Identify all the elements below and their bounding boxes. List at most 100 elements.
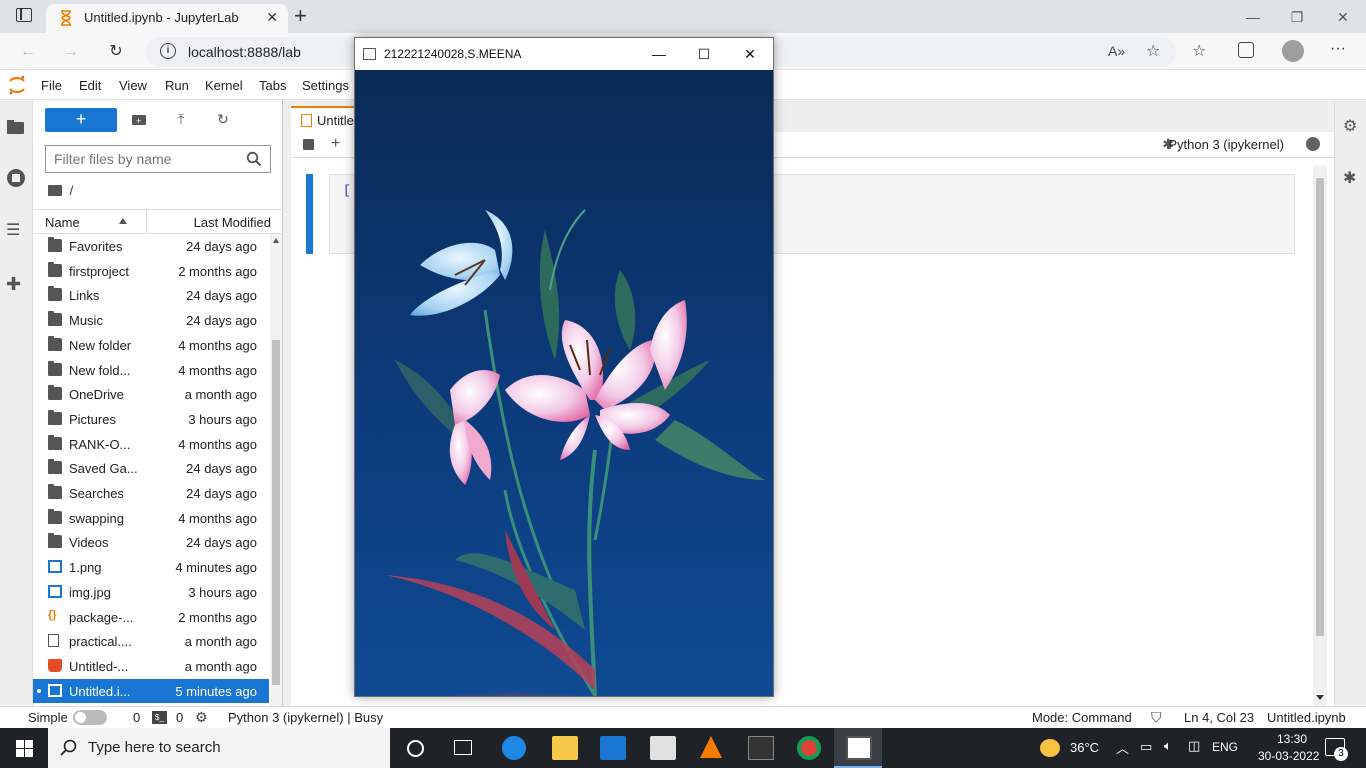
taskbar-search-box[interactable]: Type here to search [48,728,390,768]
file-row[interactable]: Searches 24 days ago [33,481,269,506]
new-tab-button[interactable]: + [294,3,307,29]
browser-tab-jupyterlab[interactable]: Untitled.ipynb - JupyterLab ✕ [46,4,288,33]
file-row[interactable]: Favorites 24 days ago [33,234,269,259]
network-icon[interactable]: ◫ [1188,738,1200,754]
add-cell-icon[interactable]: + [331,135,340,153]
file-row[interactable]: RANK-O... 4 months ago [33,432,269,457]
file-row[interactable]: Pictures 3 hours ago [33,407,269,432]
filter-files-field[interactable] [45,145,271,173]
close-browser-button[interactable]: ✕ [1320,4,1366,30]
file-row[interactable]: {} package-... 2 months ago [33,605,269,630]
breadcrumb[interactable]: / [48,183,73,198]
image-close-button[interactable]: ✕ [730,42,770,66]
save-icon[interactable] [303,139,314,150]
menu-run[interactable]: Run [165,78,189,93]
terminals-count[interactable]: 0 [133,710,140,725]
file-row[interactable]: firstproject 2 months ago [33,259,269,284]
volume-icon[interactable]: 🔈︎ [1164,738,1172,754]
close-tab-icon[interactable]: ✕ [266,9,278,26]
info-icon[interactable]: i [160,43,176,59]
active-cell-indicator[interactable] [306,174,313,254]
battery-icon[interactable]: ▭ [1140,739,1152,755]
vlc-icon[interactable] [700,736,722,758]
menu-settings[interactable]: Settings [302,78,349,93]
file-explorer-icon[interactable] [552,736,578,760]
temperature[interactable]: 36°C [1070,740,1099,755]
new-folder-icon[interactable]: + [129,111,149,131]
trusted-shield-icon[interactable]: ⛉ [1151,709,1162,726]
restore-button[interactable]: ❐ [1274,4,1320,30]
image-window-titlebar[interactable]: 212221240028,S.MEENA — ☐ ✕ [355,38,773,70]
menu-kernel[interactable]: Kernel [205,78,243,93]
file-row[interactable]: practical.... a month ago [33,629,269,654]
running-sessions-icon[interactable] [6,168,26,188]
weather-icon[interactable] [1040,739,1060,757]
show-hidden-icons[interactable]: ︿ [1116,738,1129,757]
favorites-icon[interactable]: ☆ [1192,41,1206,61]
kernels-count[interactable]: 0 [176,710,183,725]
cortana-circle-icon[interactable] [407,740,424,757]
kernel-status-text[interactable]: Python 3 (ipykernel) | Busy [228,710,383,725]
mail-icon[interactable] [600,736,626,760]
file-row[interactable]: Untitled.i... 5 minutes ago [33,678,269,704]
folder-icon[interactable] [6,118,26,138]
scrollbar-thumb[interactable] [272,340,280,685]
tab-untitled-notebook[interactable]: Untitle [291,106,361,132]
notebook-scrollbar[interactable] [1313,166,1327,706]
menu-view[interactable]: View [119,78,147,93]
debugger-bug-icon[interactable]: ✱ [1343,168,1356,188]
refresh-files-icon[interactable]: ↻ [213,111,233,131]
file-row[interactable]: New folder 4 months ago [33,333,269,358]
file-row[interactable]: Links 24 days ago [33,283,269,308]
file-row[interactable]: Untitled-... a month ago [33,654,269,679]
filter-files-input[interactable] [46,146,236,172]
edge-browser-icon[interactable] [502,736,526,760]
tab-actions-icon[interactable] [16,8,32,22]
add-favorite-icon[interactable]: ☆ [1146,41,1160,61]
cursor-position[interactable]: Ln 4, Col 23 [1184,710,1254,725]
kernel-name[interactable]: Python 3 (ipykernel) [1168,137,1284,152]
back-button[interactable]: ← [14,39,42,65]
forward-button[interactable]: → [57,39,85,65]
windows-start-icon[interactable] [16,740,33,757]
upload-icon[interactable]: ⤒ [171,111,191,131]
read-aloud-icon[interactable]: A» [1108,43,1125,59]
new-launcher-button[interactable]: + [45,108,117,132]
column-modified-header[interactable]: Last Modified [194,215,271,230]
image-maximize-button[interactable]: ☐ [684,42,724,66]
sort-ascending-icon[interactable] [119,218,127,224]
file-row[interactable]: swapping 4 months ago [33,506,269,531]
profile-avatar[interactable] [1282,40,1304,62]
store-icon[interactable] [650,736,676,760]
chrome-icon[interactable] [797,736,821,760]
file-row[interactable]: New fold... 4 months ago [33,358,269,383]
collections-icon[interactable] [1238,42,1254,58]
image-window-app-icon[interactable] [846,736,872,760]
clock-date[interactable]: 30-03-2022 [1258,749,1319,763]
clock-time[interactable]: 13:30 [1277,732,1307,746]
simple-mode-toggle[interactable] [73,710,107,725]
column-name-header[interactable]: Name [45,215,80,230]
menu-tabs[interactable]: Tabs [259,78,286,93]
file-row[interactable]: img.jpg 3 hours ago [33,580,269,605]
file-row[interactable]: Saved Ga... 24 days ago [33,456,269,481]
breadcrumb-root[interactable]: / [70,183,74,198]
settings-more-icon[interactable]: ··· [1330,40,1346,58]
minimize-button[interactable]: — [1230,4,1276,30]
file-row[interactable]: Videos 24 days ago [33,530,269,555]
menu-file[interactable]: File [41,78,62,93]
menu-edit[interactable]: Edit [79,78,101,93]
extensions-puzzle-icon[interactable]: ✚ [6,275,26,295]
input-language[interactable]: ENG [1212,740,1238,754]
refresh-button[interactable]: ↻ [102,39,130,65]
column-divider[interactable] [146,210,147,234]
table-of-contents-icon[interactable]: ☰ [6,222,26,242]
image-minimize-button[interactable]: — [639,42,679,66]
file-row[interactable]: Music 24 days ago [33,308,269,333]
task-view-icon[interactable] [454,740,472,755]
file-row[interactable]: OneDrive a month ago [33,382,269,407]
file-row[interactable]: 1.png 4 minutes ago [33,555,269,580]
file-list-scrollbar[interactable] [270,234,282,706]
scrollbar-thumb[interactable] [1316,178,1324,636]
property-inspector-gears-icon[interactable]: ⚙ [1343,116,1357,136]
